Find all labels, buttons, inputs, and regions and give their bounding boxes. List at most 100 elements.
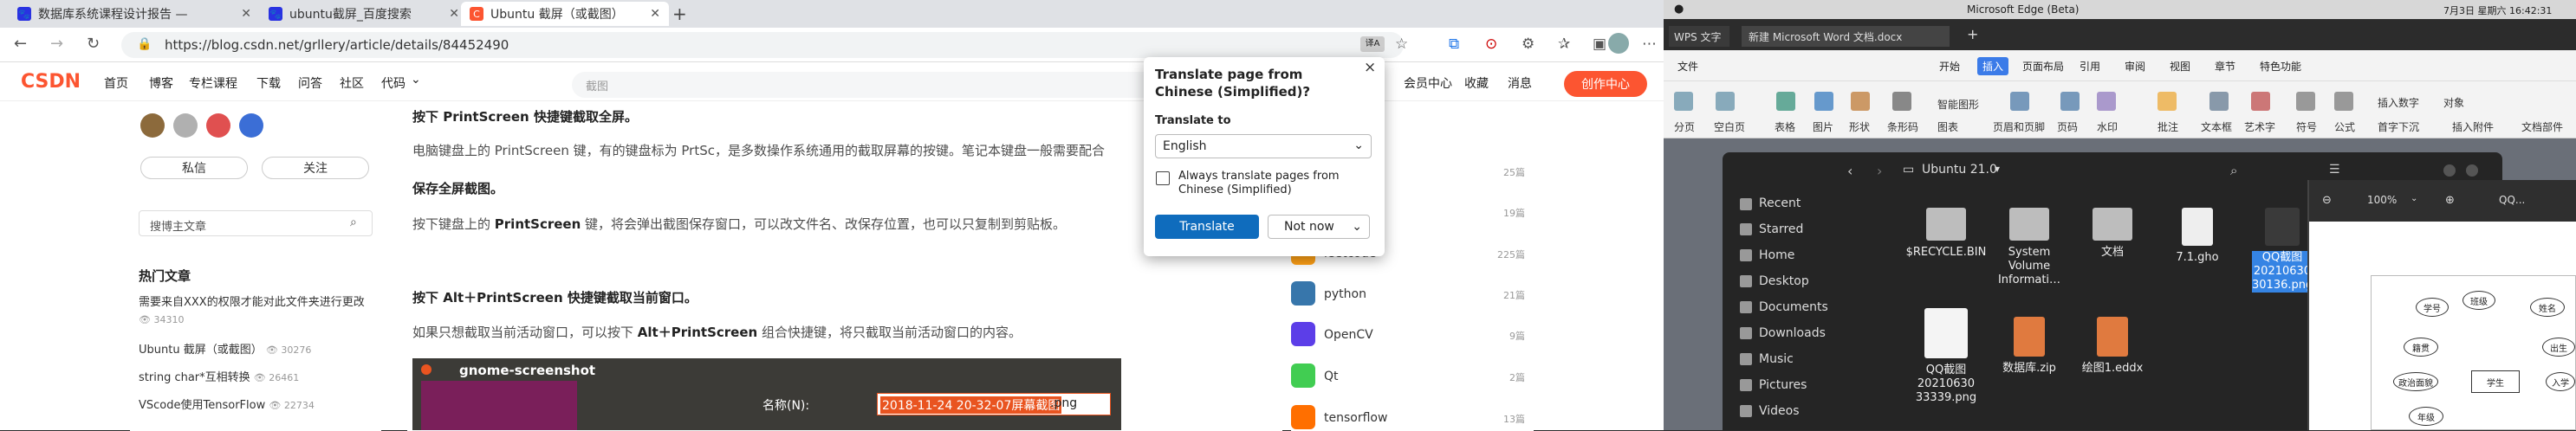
menu-review[interactable]: 审阅 — [2125, 59, 2145, 74]
nav-download[interactable]: 下载 — [256, 74, 281, 92]
file-item[interactable]: 绘图1.eddx — [2069, 317, 2156, 376]
list-item[interactable]: Ubuntu 截屏（或截图） 👁 30276 — [139, 342, 373, 359]
tab-course-report[interactable]: 🐾 数据库系统课程设计报告 — ✕ — [9, 2, 260, 26]
nav-favorites[interactable]: 收藏 — [1464, 74, 1489, 92]
nav-home[interactable]: 首页 — [104, 74, 128, 92]
refresh-icon[interactable]: ↻ — [87, 35, 100, 53]
zoom-level[interactable]: 100% — [2367, 194, 2397, 206]
csdn-search-input[interactable] — [572, 72, 1213, 98]
view-list-icon[interactable]: ☰ — [2329, 163, 2340, 177]
csdn-logo[interactable]: CSDN — [21, 71, 81, 93]
nav-messages[interactable]: 消息 — [1508, 74, 1532, 92]
header-footer-icon[interactable] — [2010, 92, 2029, 111]
category-qt[interactable]: Qt — [1324, 370, 1339, 383]
table-icon[interactable] — [1776, 92, 1795, 111]
watermark-icon[interactable] — [2097, 92, 2116, 111]
nav-member-center[interactable]: 会员中心 — [1404, 74, 1452, 92]
menu-features[interactable]: 特色功能 — [2260, 59, 2301, 74]
insert-number-button[interactable]: 插入数字 — [2378, 95, 2419, 110]
nav-blog[interactable]: 博客 — [149, 74, 173, 92]
close-icon[interactable]: ✕ — [650, 7, 660, 21]
nav-code[interactable]: 代码 — [381, 74, 406, 92]
maximize-icon[interactable] — [2466, 164, 2478, 177]
nav-courses[interactable]: 专栏课程 — [189, 74, 237, 92]
favorites-icon[interactable]: ✰ — [1558, 35, 1570, 53]
menu-file[interactable]: 文件 — [1677, 59, 1698, 74]
list-item[interactable]: 需要来自XXX的权限才能对此文件夹进行更改 👁 34310 — [139, 294, 373, 329]
file-item[interactable]: QQ截图20210630 33339.png — [1903, 308, 1989, 405]
object-button[interactable]: 对象 — [2443, 95, 2464, 110]
blank-page-icon[interactable] — [1716, 92, 1735, 111]
nav-community[interactable]: 社区 — [340, 74, 364, 92]
translate-icon[interactable]: 译A — [1360, 36, 1385, 52]
language-select[interactable]: English ⌄ — [1155, 134, 1372, 158]
tab-csdn-article[interactable]: C Ubuntu 截屏（或截图） ✕ — [461, 2, 669, 26]
file-item[interactable]: 文档 — [2069, 208, 2156, 260]
sidebar-item-pictures[interactable]: Pictures — [1759, 378, 1807, 392]
comment-icon[interactable] — [2157, 92, 2177, 111]
create-center-button[interactable]: 创作中心 — [1564, 71, 1647, 97]
new-tab-button[interactable]: + — [672, 3, 687, 24]
menu-home[interactable]: 开始 — [1939, 59, 1960, 74]
menu-references[interactable]: 引用 — [2080, 59, 2100, 74]
file-item[interactable]: 7.1.gho — [2154, 208, 2241, 265]
favorite-add-icon[interactable]: ☆ — [1395, 35, 1408, 53]
page-number-icon[interactable] — [2060, 92, 2080, 111]
private-message-button[interactable]: 私信 — [140, 157, 248, 179]
search-icon[interactable]: ⌕ — [2230, 163, 2237, 178]
sidebar-item-downloads[interactable]: Downloads — [1759, 326, 1826, 340]
menu-layout[interactable]: 页面布局 — [2022, 59, 2064, 74]
doc-parts-button[interactable]: 文档部件 — [2521, 119, 2563, 134]
file-item[interactable]: 数据库.zip — [1986, 317, 2073, 376]
avatar[interactable] — [1608, 33, 1629, 54]
clock[interactable]: 7月3日 星期六 16:42:31 — [2443, 3, 2552, 17]
always-translate-checkbox[interactable] — [1156, 171, 1170, 185]
symbol-icon[interactable] — [2296, 92, 2315, 111]
sidebar-item-videos[interactable]: Videos — [1759, 404, 1800, 418]
more-menu-icon[interactable]: ⋯ — [1642, 35, 1657, 53]
list-item[interactable]: VScode使用TensorFlow 👁 22734 — [139, 397, 373, 415]
menu-view[interactable]: 视图 — [2170, 59, 2190, 74]
search-icon[interactable]: ⌕ — [350, 216, 357, 229]
category-python[interactable]: python — [1324, 287, 1366, 301]
file-item[interactable]: $RECYCLE.BIN — [1903, 208, 1989, 260]
wordart-icon[interactable] — [2251, 92, 2270, 111]
sidebar-item-home[interactable]: Home — [1759, 248, 1794, 262]
tab-baidu-search[interactable]: 🐾 ubuntu截屏_百度搜索 ✕ — [260, 2, 468, 26]
translate-button[interactable]: Translate — [1155, 215, 1259, 239]
not-now-button[interactable]: Not now ⌄ — [1268, 215, 1370, 239]
chart-button[interactable]: 图表 — [1937, 119, 1958, 134]
barcode-icon[interactable] — [1892, 92, 1911, 111]
shape-icon[interactable] — [1851, 92, 1870, 111]
sidebar-item-music[interactable]: Music — [1759, 352, 1794, 366]
wps-document-tab[interactable]: 新建 Microsoft Word 文档.docx — [1742, 26, 1950, 47]
collections-icon[interactable]: ⧉ — [1449, 35, 1459, 53]
collections-bar-icon[interactable]: ▣ — [1593, 35, 1606, 53]
lock-icon[interactable]: 🔒 — [137, 37, 152, 51]
textbox-icon[interactable] — [2209, 92, 2229, 111]
menu-section[interactable]: 章节 — [2215, 59, 2235, 74]
image-icon[interactable] — [1814, 92, 1833, 111]
forward-icon[interactable]: → — [50, 35, 63, 53]
apple-icon[interactable]: ● — [1674, 3, 1684, 16]
category-opencv[interactable]: OpenCV — [1324, 328, 1373, 342]
close-icon[interactable]: ✕ — [449, 7, 459, 21]
follow-button[interactable]: 关注 — [262, 157, 369, 179]
blogger-search-input[interactable]: 搜博主文章 — [139, 210, 373, 236]
extensions-icon[interactable]: ⚙ — [1522, 35, 1535, 53]
close-icon[interactable]: × — [1364, 59, 1376, 76]
forward-icon[interactable]: › — [1877, 163, 1882, 179]
back-icon[interactable]: ‹ — [1847, 163, 1853, 179]
zoom-in-icon[interactable]: ⊕ — [2445, 194, 2455, 207]
new-tab-button[interactable]: + — [1967, 26, 1978, 42]
nav-qa[interactable]: 问答 — [298, 74, 322, 92]
file-item[interactable]: System Volume Informati… — [1986, 208, 2073, 287]
sidebar-item-recent[interactable]: Recent — [1759, 196, 1801, 210]
path-bar[interactable]: Ubuntu 21.0 — [1922, 163, 1997, 177]
list-item[interactable]: string char*互相转换 👁 26461 — [139, 370, 373, 387]
page-break-icon[interactable] — [1674, 92, 1693, 111]
insert-attachment-button[interactable]: 插入附件 — [2452, 119, 2494, 134]
category-tensorflow[interactable]: tensorflow — [1324, 411, 1387, 425]
sidebar-item-documents[interactable]: Documents — [1759, 300, 1828, 314]
sidebar-item-starred[interactable]: Starred — [1759, 222, 1803, 236]
